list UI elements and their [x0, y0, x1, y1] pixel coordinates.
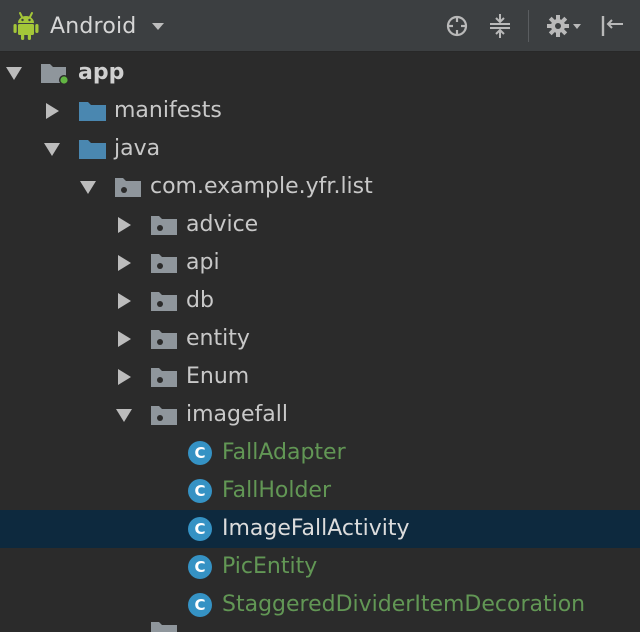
tree-node-label: FallHolder	[222, 478, 332, 503]
tree-node-label: ImageFallActivity	[222, 516, 410, 541]
tree-node-label: manifests	[114, 98, 222, 123]
collapse-arrow-icon	[117, 369, 131, 385]
hide-icon	[601, 16, 623, 36]
settings-dropdown-icon	[572, 23, 581, 29]
settings-button[interactable]	[542, 10, 584, 42]
collapse-arrow-icon	[117, 255, 131, 271]
tree-node-label: imagefall	[186, 402, 288, 427]
tree-node-advice[interactable]: advice	[0, 206, 640, 244]
tree-node-label: StaggeredDividerItemDecoration	[222, 592, 586, 617]
tree-node-label: db	[186, 288, 214, 313]
tree-node-label: entity	[186, 326, 250, 351]
tree-node-image-fall-activity[interactable]: C ImageFallActivity	[0, 510, 640, 548]
tree-node-label: advice	[186, 212, 259, 237]
tree-node-manifests[interactable]: manifests	[0, 92, 640, 130]
view-selector-dropdown[interactable]: Android	[12, 8, 165, 44]
locate-icon	[446, 15, 468, 37]
expand-arrow-icon	[44, 142, 60, 156]
gear-icon	[546, 15, 569, 37]
tree-node-staggered-divider[interactable]: C StaggeredDividerItemDecoration	[0, 586, 640, 624]
tree-node-fall-adapter[interactable]: C FallAdapter	[0, 434, 640, 472]
collapse-arrow-icon	[45, 103, 59, 119]
class-icon: C	[188, 434, 212, 472]
tree-node-package[interactable]: com.example.yfr.list	[0, 168, 640, 206]
module-folder-icon	[40, 54, 70, 92]
toolbar-divider	[528, 10, 529, 42]
project-panel: Android app manifests java com.example.y…	[0, 0, 640, 632]
tree-node-label: com.example.yfr.list	[150, 174, 373, 199]
package-icon	[150, 206, 178, 244]
collapse-arrow-icon	[117, 217, 131, 233]
tree-node-entity[interactable]: entity	[0, 320, 640, 358]
tree-node-app[interactable]: app	[0, 54, 640, 92]
collapse-arrow-icon	[117, 331, 131, 347]
class-icon: C	[188, 548, 212, 586]
package-icon	[150, 244, 178, 282]
package-icon	[114, 168, 142, 206]
tree-node-db[interactable]: db	[0, 282, 640, 320]
tree-node-api[interactable]: api	[0, 244, 640, 282]
folder-icon	[78, 92, 108, 130]
collapse-icon	[490, 14, 510, 38]
package-icon	[150, 282, 178, 320]
package-icon	[150, 320, 178, 358]
locate-button[interactable]	[443, 10, 471, 42]
tree-node-label: java	[114, 136, 161, 161]
class-icon: C	[188, 472, 212, 510]
project-toolbar: Android	[0, 0, 640, 52]
view-selector-label: Android	[50, 13, 137, 39]
tree-node-label: Enum	[186, 364, 250, 389]
tree-node-label: app	[78, 60, 125, 85]
package-icon	[150, 358, 178, 396]
tree-node-label: api	[186, 250, 220, 275]
tree-node-fall-holder[interactable]: C FallHolder	[0, 472, 640, 510]
collapse-arrow-icon	[117, 293, 131, 309]
hide-panel-button[interactable]	[598, 10, 626, 42]
tree-node-partial[interactable]	[0, 622, 640, 632]
package-icon	[150, 612, 178, 632]
folder-icon	[78, 130, 108, 168]
package-icon	[150, 396, 178, 434]
android-icon	[13, 12, 39, 40]
project-tree: app manifests java com.example.yfr.list	[0, 52, 640, 632]
tree-node-label: PicEntity	[222, 554, 318, 579]
expand-arrow-icon	[6, 66, 22, 80]
tree-node-imagefall[interactable]: imagefall	[0, 396, 640, 434]
collapse-all-button[interactable]	[486, 10, 514, 42]
tree-node-label: FallAdapter	[222, 440, 346, 465]
expand-arrow-icon	[116, 408, 132, 422]
tree-node-java[interactable]: java	[0, 130, 640, 168]
tree-node-enum[interactable]: Enum	[0, 358, 640, 396]
expand-arrow-icon	[80, 180, 96, 194]
class-icon: C	[188, 510, 212, 548]
class-icon: C	[188, 586, 212, 624]
chevron-down-icon	[152, 22, 165, 30]
tree-node-pic-entity[interactable]: C PicEntity	[0, 548, 640, 586]
